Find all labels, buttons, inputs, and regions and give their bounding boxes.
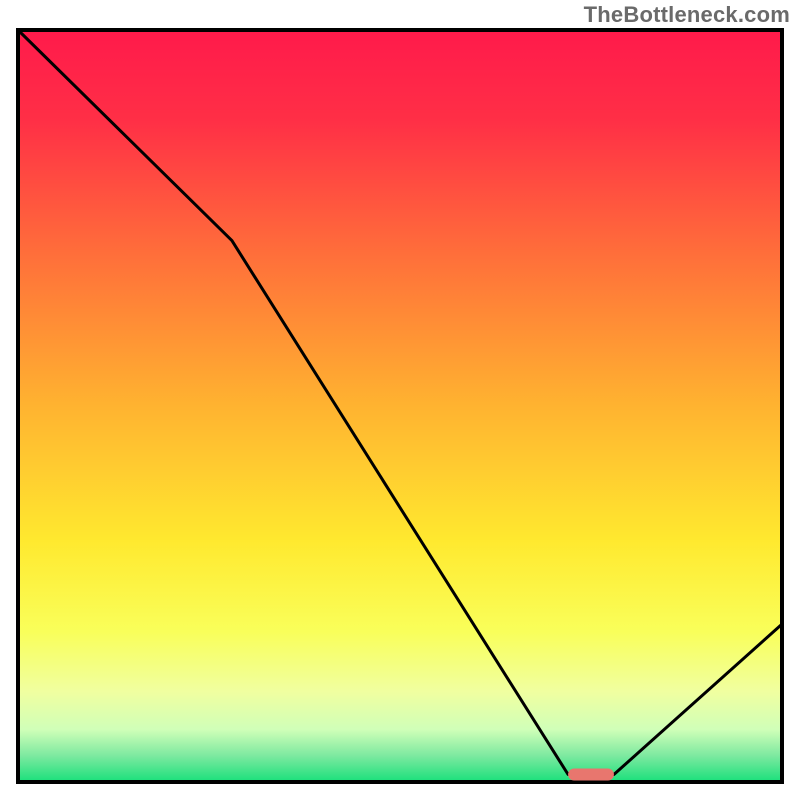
plot-area [18,30,782,782]
bottleneck-chart [0,0,800,800]
chart-frame: TheBottleneck.com [0,0,800,800]
target-marker [568,769,614,781]
watermark-text: TheBottleneck.com [584,2,790,28]
